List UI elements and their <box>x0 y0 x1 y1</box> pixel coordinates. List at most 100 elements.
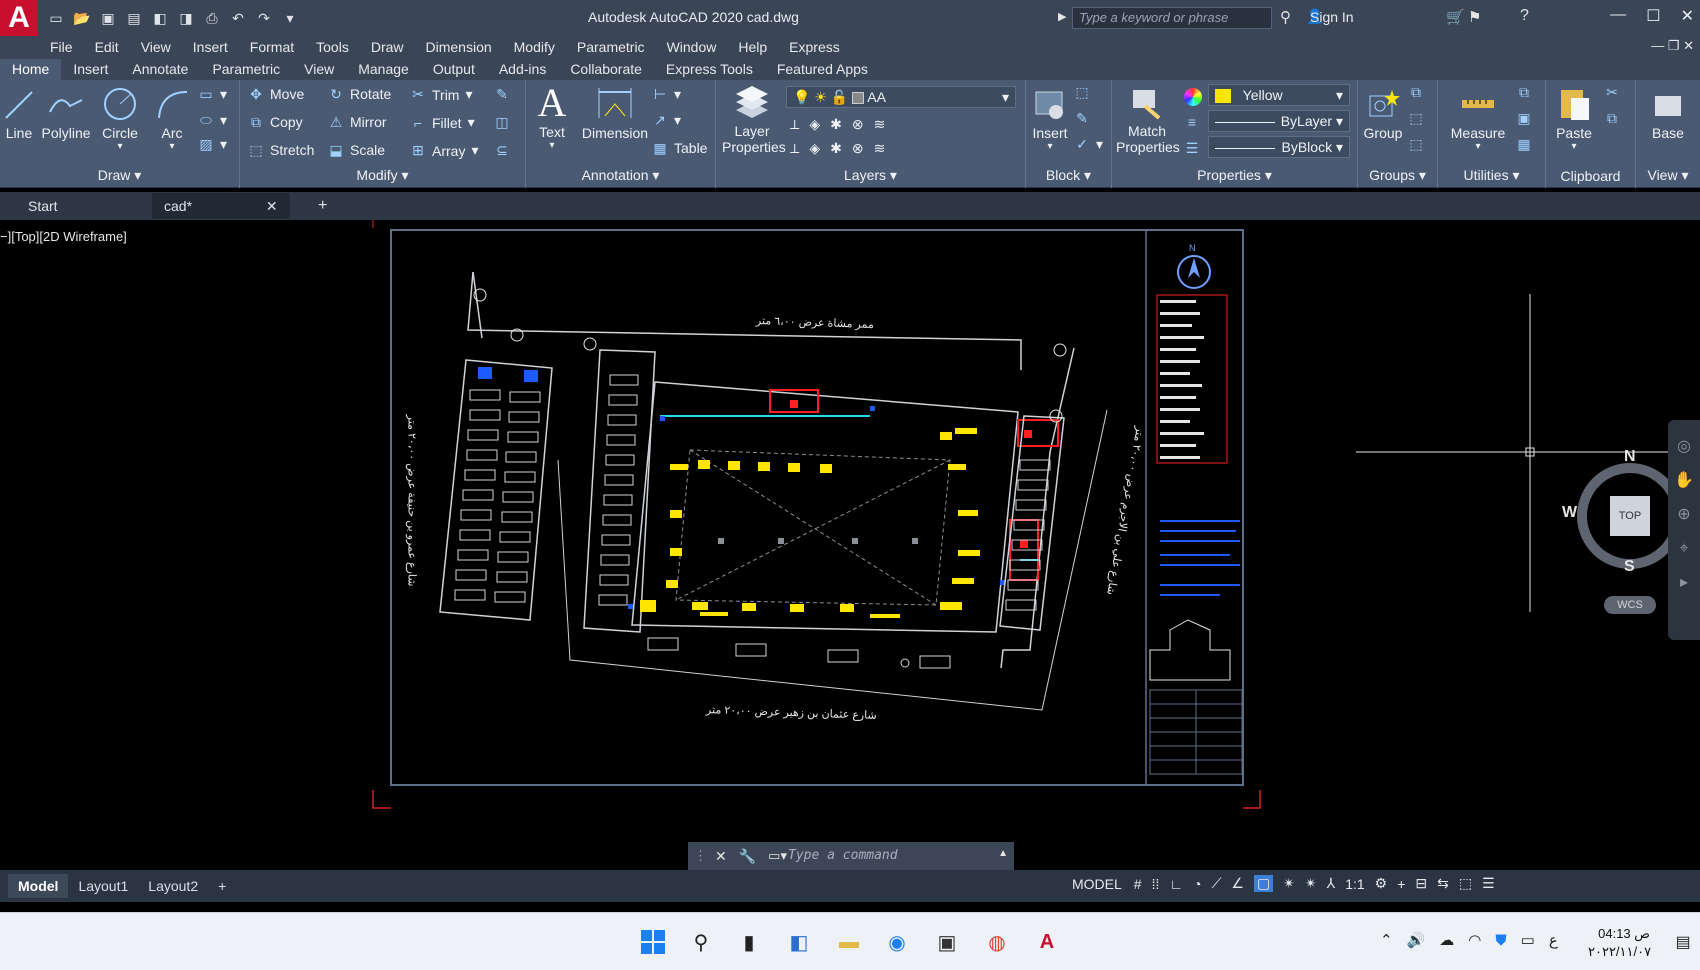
rectangle-button[interactable]: ▭ ▾ <box>198 86 227 103</box>
viewcube-top-face[interactable]: TOP <box>1610 496 1650 536</box>
undo-icon[interactable]: ↶ <box>228 9 248 27</box>
tab-start[interactable]: Start <box>0 193 152 219</box>
array-button[interactable]: ⊞ Array ▾ <box>410 142 478 159</box>
polyline-button[interactable]: Polyline <box>40 86 92 141</box>
fillet-button[interactable]: ⌐ Fillet ▾ <box>410 114 475 131</box>
insert-block-button[interactable]: Insert ▾ <box>1030 86 1070 152</box>
color-dropdown[interactable]: Yellow ▾ <box>1208 84 1350 106</box>
cart-icon[interactable]: 🛒 <box>1446 8 1465 26</box>
utilities-panel-label[interactable]: Utilities ▾ <box>1438 167 1545 184</box>
explode-button[interactable]: ◫ <box>494 114 510 130</box>
stretch-button[interactable]: ⬚ Stretch <box>248 142 314 159</box>
redo-icon[interactable]: ↷ <box>254 9 274 27</box>
print-icon[interactable]: ⎙ <box>202 9 222 27</box>
arc-dropdown-icon[interactable]: ▾ <box>150 141 194 152</box>
sign-in-link[interactable]: Sign In <box>1310 9 1354 25</box>
file-explorer-icon[interactable]: ▬ <box>834 927 864 957</box>
arc-button[interactable]: Arc ▾ <box>150 86 194 152</box>
navigation-bar[interactable]: ◎ ✋ ⊕ ⌖ ▸ <box>1668 420 1700 640</box>
cmd-history-icon[interactable]: ▲ <box>998 848 1008 859</box>
menu-format[interactable]: Format <box>250 39 294 55</box>
menu-parametric[interactable]: Parametric <box>577 39 645 55</box>
tab-output[interactable]: Output <box>421 59 487 80</box>
copy-clip-button[interactable]: ⧉ <box>1604 110 1620 126</box>
grip-icon[interactable]: ⋮ <box>694 848 707 864</box>
menu-window[interactable]: Window <box>667 39 717 55</box>
menu-tools[interactable]: Tools <box>316 39 349 55</box>
wifi-icon[interactable]: ◠ <box>1468 931 1481 949</box>
autocad-taskbar-icon[interactable]: A <box>1032 927 1062 957</box>
draw-panel-label[interactable]: Draw ▾ <box>0 167 239 184</box>
edit-attributes-button[interactable]: ✓ ▾ <box>1074 136 1103 153</box>
open-icon[interactable]: 📂 <box>72 9 92 27</box>
close-icon[interactable]: ✕ <box>1681 6 1694 26</box>
table-button[interactable]: ▦ Table <box>652 140 707 157</box>
clipboard-panel-label[interactable]: Clipboard <box>1546 168 1635 184</box>
tab-model[interactable]: Model <box>8 874 69 898</box>
doc-window-controls[interactable]: — ❐ ✕ <box>1651 38 1694 54</box>
layer-tools-row-1[interactable]: ⟂ ◈ ✱ ⊗ ≋ <box>790 116 885 133</box>
rotate-button[interactable]: ↻ Rotate <box>328 86 391 103</box>
properties-panel-label[interactable]: Properties ▾ <box>1112 167 1357 184</box>
widgets-icon[interactable]: ◧ <box>784 927 814 957</box>
recent-commands-icon[interactable]: ▭▾ <box>768 848 787 864</box>
task-view-icon[interactable]: ▮ <box>734 927 764 957</box>
minimize-icon[interactable]: — <box>1610 6 1626 26</box>
close-tab-icon[interactable]: ✕ <box>266 198 278 214</box>
groups-panel-label[interactable]: Groups ▾ <box>1358 167 1437 184</box>
tab-layout1[interactable]: Layout1 <box>68 874 138 898</box>
annotation-scale-icon[interactable]: ⅄ <box>1327 875 1336 892</box>
compass-west[interactable]: W <box>1562 504 1577 522</box>
help-search-input[interactable]: Type a keyword or phrase <box>1072 7 1272 29</box>
text-button[interactable]: A Text ▾ <box>532 82 572 152</box>
customize-cmd-icon[interactable]: 🔧 <box>739 848 756 865</box>
tab-parametric[interactable]: Parametric <box>200 59 292 80</box>
lineweight-icon-button[interactable]: ≡ <box>1184 114 1200 130</box>
create-block-button[interactable]: ⬚ <box>1074 84 1090 100</box>
add-layout-icon[interactable]: + <box>208 874 236 898</box>
tab-insert[interactable]: Insert <box>61 59 120 80</box>
onedrive-icon[interactable]: ☁ <box>1439 931 1454 949</box>
start-icon[interactable] <box>638 927 668 957</box>
tab-cad-drawing[interactable]: cad* ✕ <box>152 193 290 219</box>
customize-qat-icon[interactable]: ▾ <box>280 9 300 27</box>
app-logo[interactable]: A <box>0 0 38 36</box>
lineweight-dropdown[interactable]: ByBlock ▾ <box>1208 136 1350 158</box>
offset-button[interactable]: ⊆ <box>494 142 510 158</box>
match-properties-button[interactable]: Match Properties <box>1116 86 1180 155</box>
gradient-button[interactable]: ▨ ▾ <box>198 136 227 153</box>
auto-scale-icon[interactable]: ✴ <box>1305 875 1317 892</box>
layer-tools-row-2[interactable]: ⟂ ◈ ✱ ⊗ ≋ <box>790 140 885 157</box>
input-language[interactable]: ع <box>1549 931 1558 949</box>
layer-properties-button[interactable]: Layer Properties <box>722 86 786 155</box>
save-icon[interactable]: ▣ <box>98 9 118 27</box>
copy-button[interactable]: ⧉ Copy <box>248 114 303 131</box>
chrome-icon[interactable]: ◍ <box>982 927 1012 957</box>
ortho-icon[interactable]: ∟ <box>1169 876 1183 892</box>
menu-modify[interactable]: Modify <box>514 39 555 55</box>
menu-file[interactable]: File <box>50 39 73 55</box>
selection-cycling-icon[interactable]: ▢ <box>1253 875 1274 892</box>
new-tab-icon[interactable]: + <box>318 197 327 215</box>
help-icon[interactable]: ? <box>1520 7 1529 25</box>
binoculars-icon[interactable]: ⚲ <box>1280 8 1291 26</box>
security-icon[interactable]: ⛊ <box>1495 932 1506 949</box>
annotation-monitor-icon[interactable]: + <box>1397 876 1405 892</box>
quick-properties-icon[interactable]: ⇆ <box>1437 875 1449 892</box>
tray-chevron-icon[interactable]: ⌃ <box>1380 931 1393 949</box>
tab-featured-apps[interactable]: Featured Apps <box>765 59 880 80</box>
hatch-button[interactable]: ⬭ ▾ <box>198 112 227 129</box>
tab-express-tools[interactable]: Express Tools <box>654 59 765 80</box>
a360-icon[interactable]: ⚑ <box>1468 8 1481 26</box>
linetype-icon-button[interactable]: ☰ <box>1184 140 1200 156</box>
annotation-panel-label[interactable]: Annotation ▾ <box>526 167 715 184</box>
open-web-icon[interactable]: ◧ <box>150 9 170 27</box>
drawing-viewport[interactable]: −][Top][2D Wireframe] ممر مشاة عرض ٦،٠٠ … <box>0 220 1700 870</box>
circle-button[interactable]: Circle ▾ <box>98 86 142 152</box>
edge-icon[interactable]: ◉ <box>882 927 912 957</box>
select-all-button[interactable]: ▣ <box>1516 110 1532 126</box>
tab-annotate[interactable]: Annotate <box>120 59 200 80</box>
layer-dropdown[interactable]: 💡 ☀ 🔓 AA ▾ <box>786 86 1016 108</box>
menu-draw[interactable]: Draw <box>371 39 404 55</box>
osnap-icon[interactable]: ∠ <box>1231 875 1244 892</box>
